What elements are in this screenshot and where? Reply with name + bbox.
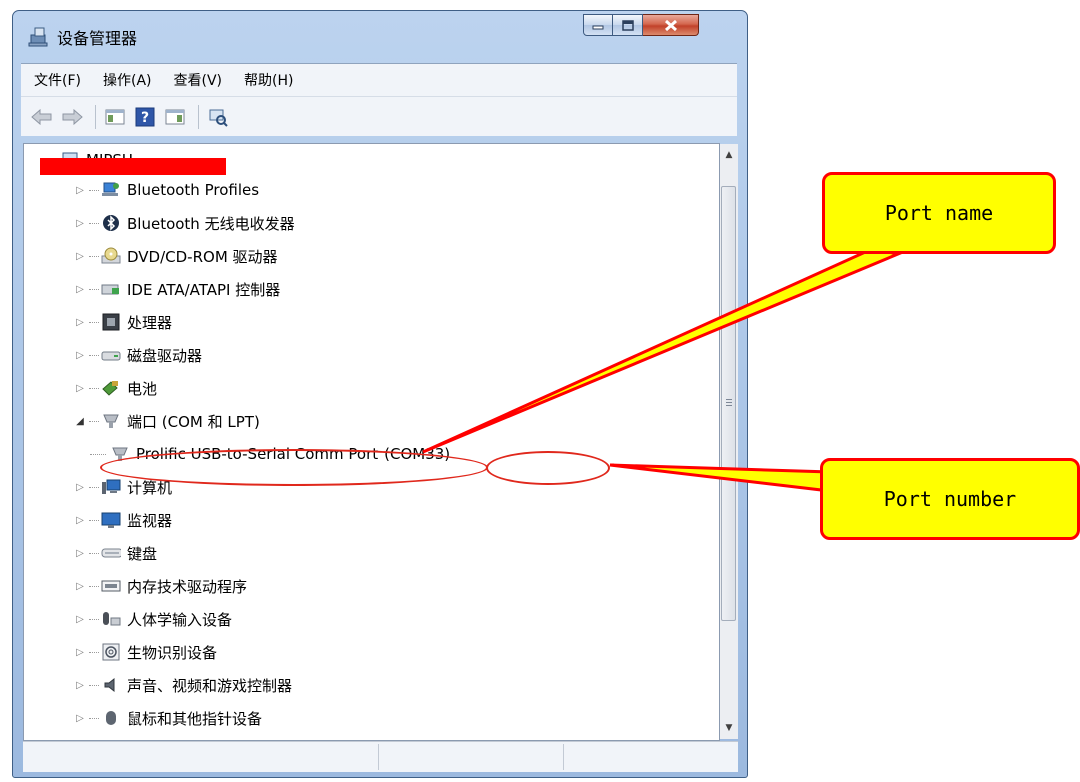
port-name-pointer — [422, 247, 904, 454]
port-number-callout: Port number — [820, 458, 1080, 540]
port-name-callout: Port name — [822, 172, 1056, 254]
callout-pointers — [422, 247, 904, 493]
port-number-callout-text: Port number — [883, 487, 1017, 511]
port-number-pointer — [609, 463, 832, 493]
port-name-callout-text: Port name — [884, 201, 994, 225]
